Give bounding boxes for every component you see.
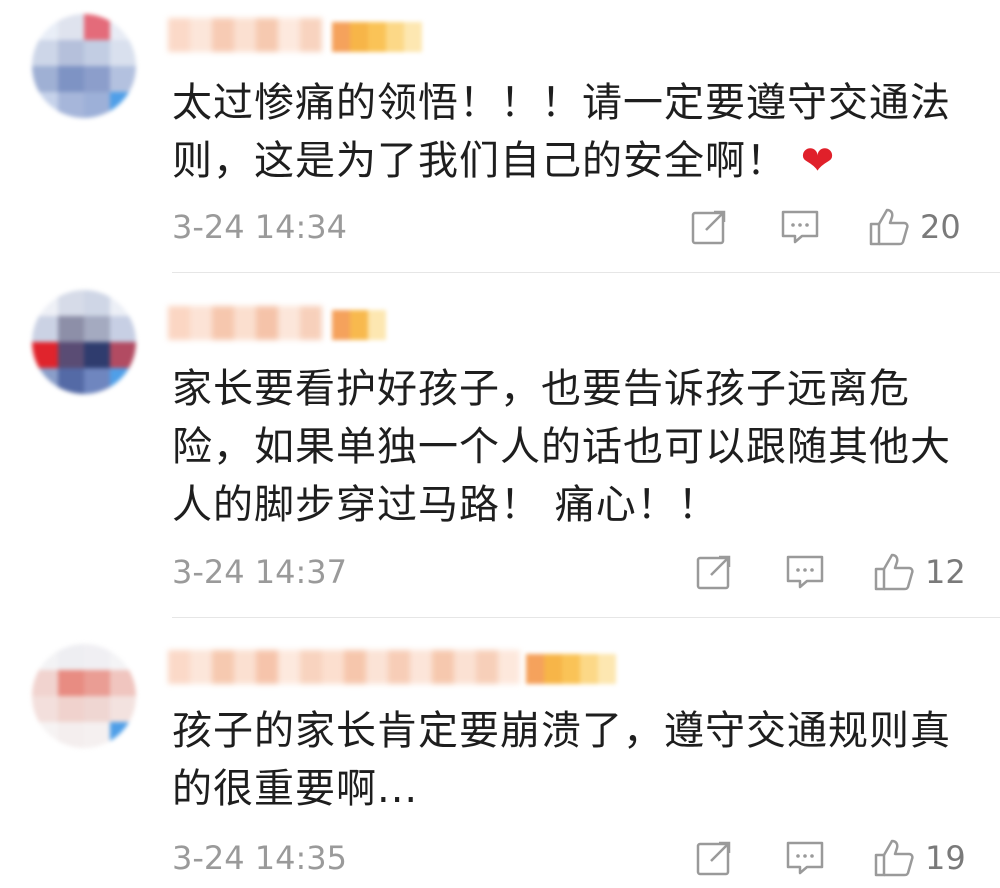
comment-text: 家长要看护好孩子，也要告诉孩子远离危险，如果单独一个人的话也可以跟随其他大人的脚… — [172, 366, 951, 528]
thumbs-up-icon — [869, 208, 909, 246]
comment-meta: 3-24 14:34 20 — [0, 207, 1000, 247]
username[interactable] — [168, 18, 322, 52]
user-badge — [332, 22, 422, 52]
comment-icon — [786, 555, 824, 589]
like-button[interactable]: 19 — [873, 838, 966, 878]
avatar[interactable] — [32, 290, 136, 394]
like-count: 12 — [925, 553, 966, 591]
share-button[interactable] — [695, 552, 733, 592]
comment-meta: 3-24 14:35 19 — [0, 838, 1000, 878]
thumbs-up-icon — [874, 553, 914, 591]
share-icon — [691, 210, 726, 245]
divider — [172, 272, 1000, 273]
user-badge — [526, 654, 616, 684]
comment-meta: 3-24 14:37 12 — [0, 552, 1000, 592]
comment-text: 孩子的家长肯定要崩溃了，遵守交通规则真的很重要啊... — [172, 708, 951, 812]
comment-time: 3-24 14:37 — [172, 553, 348, 591]
thumbs-up-icon — [874, 839, 914, 877]
share-button[interactable] — [695, 838, 733, 878]
comment-time: 3-24 14:34 — [172, 208, 348, 246]
like-count: 20 — [920, 208, 961, 246]
user-badge — [332, 310, 386, 340]
username[interactable] — [168, 650, 520, 684]
reply-button[interactable] — [785, 838, 825, 878]
like-button[interactable]: 12 — [873, 552, 966, 592]
reply-button[interactable] — [780, 207, 820, 247]
divider — [172, 617, 1000, 618]
comment-icon — [781, 210, 819, 244]
like-button[interactable]: 20 — [868, 207, 961, 247]
username[interactable] — [168, 306, 322, 340]
comment-icon — [786, 841, 824, 875]
comment-time: 3-24 14:35 — [172, 839, 348, 877]
share-icon — [696, 841, 731, 876]
share-icon — [696, 555, 731, 590]
avatar[interactable] — [32, 14, 136, 118]
like-count: 19 — [925, 839, 966, 877]
heart-emoji: ❤ — [787, 138, 836, 184]
reply-button[interactable] — [785, 552, 825, 592]
avatar[interactable] — [32, 644, 136, 748]
comment-text: 太过惨痛的领悟！！！请一定要遵守交通法则，这是为了我们自己的安全啊！ ❤ — [172, 80, 951, 184]
share-button[interactable] — [690, 207, 728, 247]
